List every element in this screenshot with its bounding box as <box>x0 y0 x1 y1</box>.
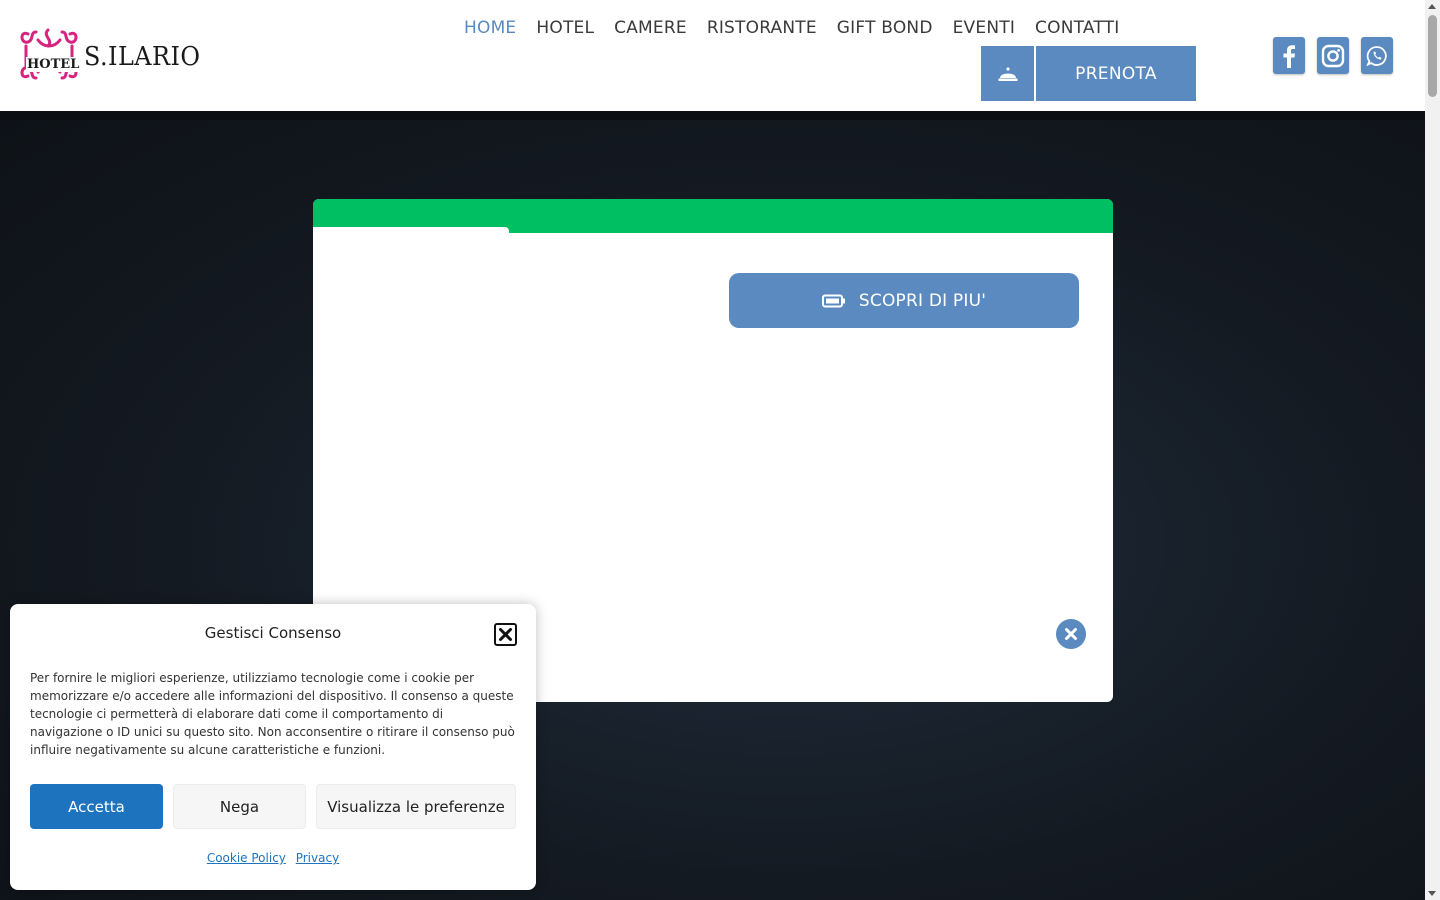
nav-item-eventi[interactable]: EVENTI <box>943 16 1025 40</box>
service-bell-icon <box>981 46 1036 101</box>
whatsapp-button[interactable] <box>1361 37 1393 74</box>
scrollbar-thumb[interactable] <box>1428 15 1437 97</box>
main-nav: HOME HOTEL CAMERE RISTORANTE GIFT BOND E… <box>454 16 1129 40</box>
privacy-link[interactable]: Privacy <box>296 851 339 865</box>
logo-prefix: HOTEL <box>26 57 81 72</box>
close-circle-icon[interactable] <box>1056 619 1086 649</box>
discover-more-button[interactable]: SCOPRI DI PIU' <box>729 273 1079 328</box>
battery-icon <box>821 294 846 308</box>
logo-emblem: HOTEL <box>18 26 81 84</box>
close-icon <box>499 628 512 641</box>
logo-name: S.ILARIO <box>84 42 201 72</box>
nav-item-contatti[interactable]: CONTATTI <box>1025 16 1129 40</box>
cookie-policy-link[interactable]: Cookie Policy <box>207 851 286 865</box>
facebook-button[interactable] <box>1273 37 1305 74</box>
nav-item-camere[interactable]: CAMERE <box>604 16 697 40</box>
consent-description: Per fornire le migliori esperienze, util… <box>30 671 515 757</box>
instagram-button[interactable] <box>1317 37 1349 74</box>
consent-close-button[interactable] <box>494 623 517 646</box>
view-preferences-button[interactable]: Visualizza le preferenze <box>316 784 516 829</box>
book-button-label: PRENOTA <box>1075 63 1157 84</box>
page-scrollbar[interactable] <box>1425 0 1440 900</box>
consent-title: Gestisci Consenso <box>204 624 342 642</box>
popup-band-tab <box>313 227 509 233</box>
nav-item-home[interactable]: HOME <box>454 16 526 40</box>
hero-top-strip <box>0 111 1425 120</box>
nav-item-gift-bond[interactable]: GIFT BOND <box>827 16 943 40</box>
site-header: HOTEL S.ILARIO HOME HOTEL CAMERE RISTORA… <box>0 0 1425 111</box>
facebook-icon <box>1283 44 1295 68</box>
cookie-consent-dialog: Gestisci Consenso Per fornire le miglior… <box>10 604 536 890</box>
book-button[interactable]: PRENOTA <box>981 46 1196 101</box>
scroll-up-arrow-icon[interactable] <box>1428 4 1436 9</box>
accept-button[interactable]: Accetta <box>30 784 163 829</box>
scroll-down-arrow-icon[interactable] <box>1428 891 1436 896</box>
whatsapp-icon <box>1366 45 1387 66</box>
nav-item-hotel[interactable]: HOTEL <box>526 16 604 40</box>
instagram-icon <box>1321 44 1345 67</box>
deny-button[interactable]: Nega <box>173 784 306 829</box>
hotel-logo[interactable]: HOTEL S.ILARIO <box>18 20 214 90</box>
discover-more-label: SCOPRI DI PIU' <box>858 290 987 311</box>
consent-links: Cookie Policy Privacy <box>10 851 536 865</box>
nav-item-ristorante[interactable]: RISTORANTE <box>697 16 827 40</box>
